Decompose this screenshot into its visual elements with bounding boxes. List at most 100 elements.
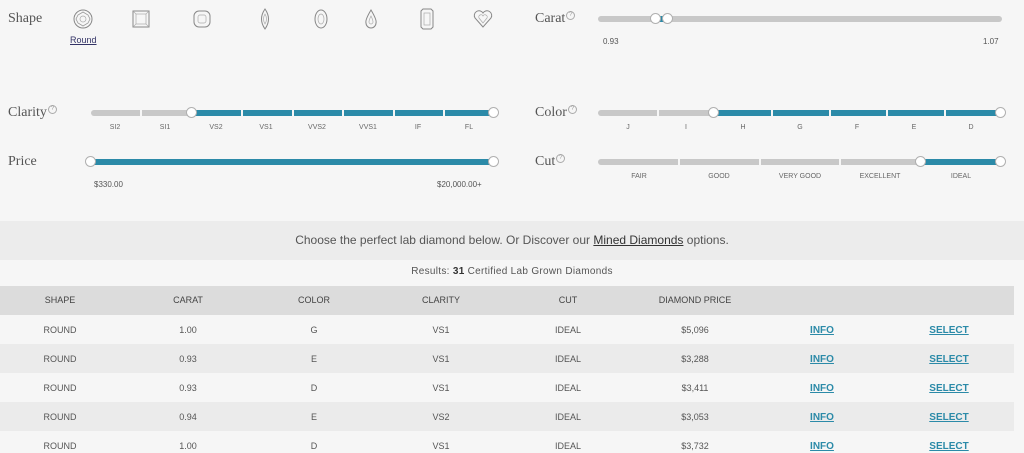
price-min-handle[interactable] (85, 156, 96, 167)
select-link[interactable]: SELECT (929, 354, 968, 365)
emerald-icon[interactable] (416, 8, 438, 30)
results-summary: Results: 31 Certified Lab Grown Diamonds (0, 266, 1024, 277)
price-filter-label: Price (8, 154, 37, 169)
cell-shape: ROUND (43, 441, 77, 451)
cut-segment-divider (839, 159, 841, 165)
carat-min-handle[interactable] (650, 13, 661, 24)
color-tick[interactable]: D (968, 124, 973, 131)
cell-carat: 0.93 (179, 383, 197, 393)
mined-diamonds-banner: Choose the perfect lab diamond below. Or… (0, 221, 1024, 260)
cell-carat: 1.00 (179, 325, 197, 335)
cut-tick[interactable]: FAIR (631, 173, 647, 180)
clarity-tick[interactable]: SI1 (160, 124, 171, 131)
cut-max-handle[interactable] (995, 156, 1006, 167)
clarity-tick[interactable]: IF (415, 124, 421, 131)
results-table-header: SHAPE CARAT COLOR CLARITY CUT DIAMOND PR… (0, 286, 1014, 315)
clarity-tick[interactable]: FL (465, 124, 473, 131)
selected-shape-label[interactable]: Round (70, 35, 97, 45)
cell-price: $5,096 (681, 325, 709, 335)
mined-diamonds-link[interactable]: Mined Diamonds (593, 233, 683, 247)
select-link[interactable]: SELECT (929, 441, 968, 452)
color-tick[interactable]: E (912, 124, 917, 131)
clarity-segment-divider (393, 110, 395, 116)
column-header-price[interactable]: DIAMOND PRICE (659, 295, 732, 305)
column-header-color[interactable]: COLOR (298, 295, 330, 305)
cell-color: D (310, 383, 318, 393)
color-segment-divider (944, 110, 946, 116)
clarity-min-handle[interactable] (186, 107, 197, 118)
oval-icon[interactable] (310, 8, 332, 30)
color-min-handle[interactable] (708, 107, 719, 118)
clarity-tick[interactable]: VVS1 (359, 124, 377, 131)
results-prefix: Results: (411, 266, 450, 277)
results-count: 31 (452, 266, 465, 277)
cushion-icon[interactable] (191, 8, 213, 30)
color-tick[interactable]: F (855, 124, 859, 131)
cell-shape: ROUND (43, 354, 77, 364)
cell-price: $3,732 (681, 441, 709, 451)
info-link[interactable]: INFO (810, 325, 834, 336)
heart-icon[interactable] (472, 8, 494, 30)
info-link[interactable]: INFO (810, 412, 834, 423)
pear-icon[interactable] (360, 8, 382, 30)
select-link[interactable]: SELECT (929, 383, 968, 394)
cell-color: E (310, 412, 318, 422)
cut-tick[interactable]: IDEAL (951, 173, 971, 180)
column-header-shape[interactable]: SHAPE (45, 295, 76, 305)
princess-icon[interactable] (130, 8, 152, 30)
cut-tick[interactable]: VERY GOOD (779, 173, 821, 180)
carat-max-handle[interactable] (662, 13, 673, 24)
cell-cut: IDEAL (554, 383, 582, 393)
clarity-tick[interactable]: VS2 (209, 124, 222, 131)
banner-text-prefix: Choose the perfect lab diamond below. Or… (295, 233, 591, 247)
cell-price: $3,053 (681, 412, 709, 422)
clarity-max-handle[interactable] (488, 107, 499, 118)
color-help-icon[interactable]: ? (567, 105, 577, 114)
info-link[interactable]: INFO (810, 383, 834, 394)
info-link[interactable]: INFO (810, 441, 834, 452)
clarity-tick[interactable]: VS1 (259, 124, 272, 131)
table-row: ROUND 0.94 E VS2 IDEAL $3,053 INFO SELEC… (0, 402, 1014, 431)
cut-segment-divider (678, 159, 680, 165)
info-link[interactable]: INFO (810, 354, 834, 365)
cut-help-icon[interactable]: ? (556, 154, 566, 163)
shape-filter-label: Shape (8, 11, 43, 26)
cell-cut: IDEAL (554, 412, 582, 422)
color-tick[interactable]: G (797, 124, 802, 131)
select-link[interactable]: SELECT (929, 412, 968, 423)
column-header-carat[interactable]: CARAT (173, 295, 203, 305)
clarity-help-icon[interactable]: ? (47, 105, 57, 114)
round-icon[interactable] (72, 8, 94, 30)
select-link[interactable]: SELECT (929, 325, 968, 336)
cell-price: $3,288 (681, 354, 709, 364)
cell-price: $3,411 (681, 383, 709, 393)
cell-clarity: VS1 (432, 383, 450, 393)
clarity-tick[interactable]: SI2 (110, 124, 121, 131)
carat-help-icon[interactable]: ? (566, 11, 576, 20)
clarity-tick[interactable]: VVS2 (308, 124, 326, 131)
table-row: ROUND 1.00 G VS1 IDEAL $5,096 INFO SELEC… (0, 315, 1014, 344)
table-row: ROUND 1.00 D VS1 IDEAL $3,732 INFO SELEC… (0, 431, 1014, 453)
cell-carat: 0.93 (179, 354, 197, 364)
price-max-handle[interactable] (488, 156, 499, 167)
color-tick[interactable]: I (685, 124, 687, 131)
cut-tick[interactable]: EXCELLENT (860, 173, 901, 180)
cut-slider-fill (920, 159, 1001, 165)
cut-tick[interactable]: GOOD (708, 173, 729, 180)
color-tick[interactable]: J (626, 124, 630, 131)
results-suffix: Certified Lab Grown Diamonds (467, 266, 613, 277)
marquise-icon[interactable] (254, 8, 276, 30)
color-tick[interactable]: H (740, 124, 745, 131)
banner-text-suffix: options. (686, 233, 729, 247)
clarity-label-text: Clarity (8, 105, 47, 120)
color-segment-divider (829, 110, 831, 116)
cell-cut: IDEAL (554, 354, 582, 364)
cell-color: E (310, 354, 318, 364)
cell-carat: 1.00 (179, 441, 197, 451)
carat-max-value: 1.07 (983, 37, 999, 46)
column-header-clarity[interactable]: CLARITY (422, 295, 460, 305)
cut-min-handle[interactable] (915, 156, 926, 167)
cell-clarity: VS1 (432, 354, 450, 364)
column-header-cut[interactable]: CUT (559, 295, 578, 305)
color-max-handle[interactable] (995, 107, 1006, 118)
